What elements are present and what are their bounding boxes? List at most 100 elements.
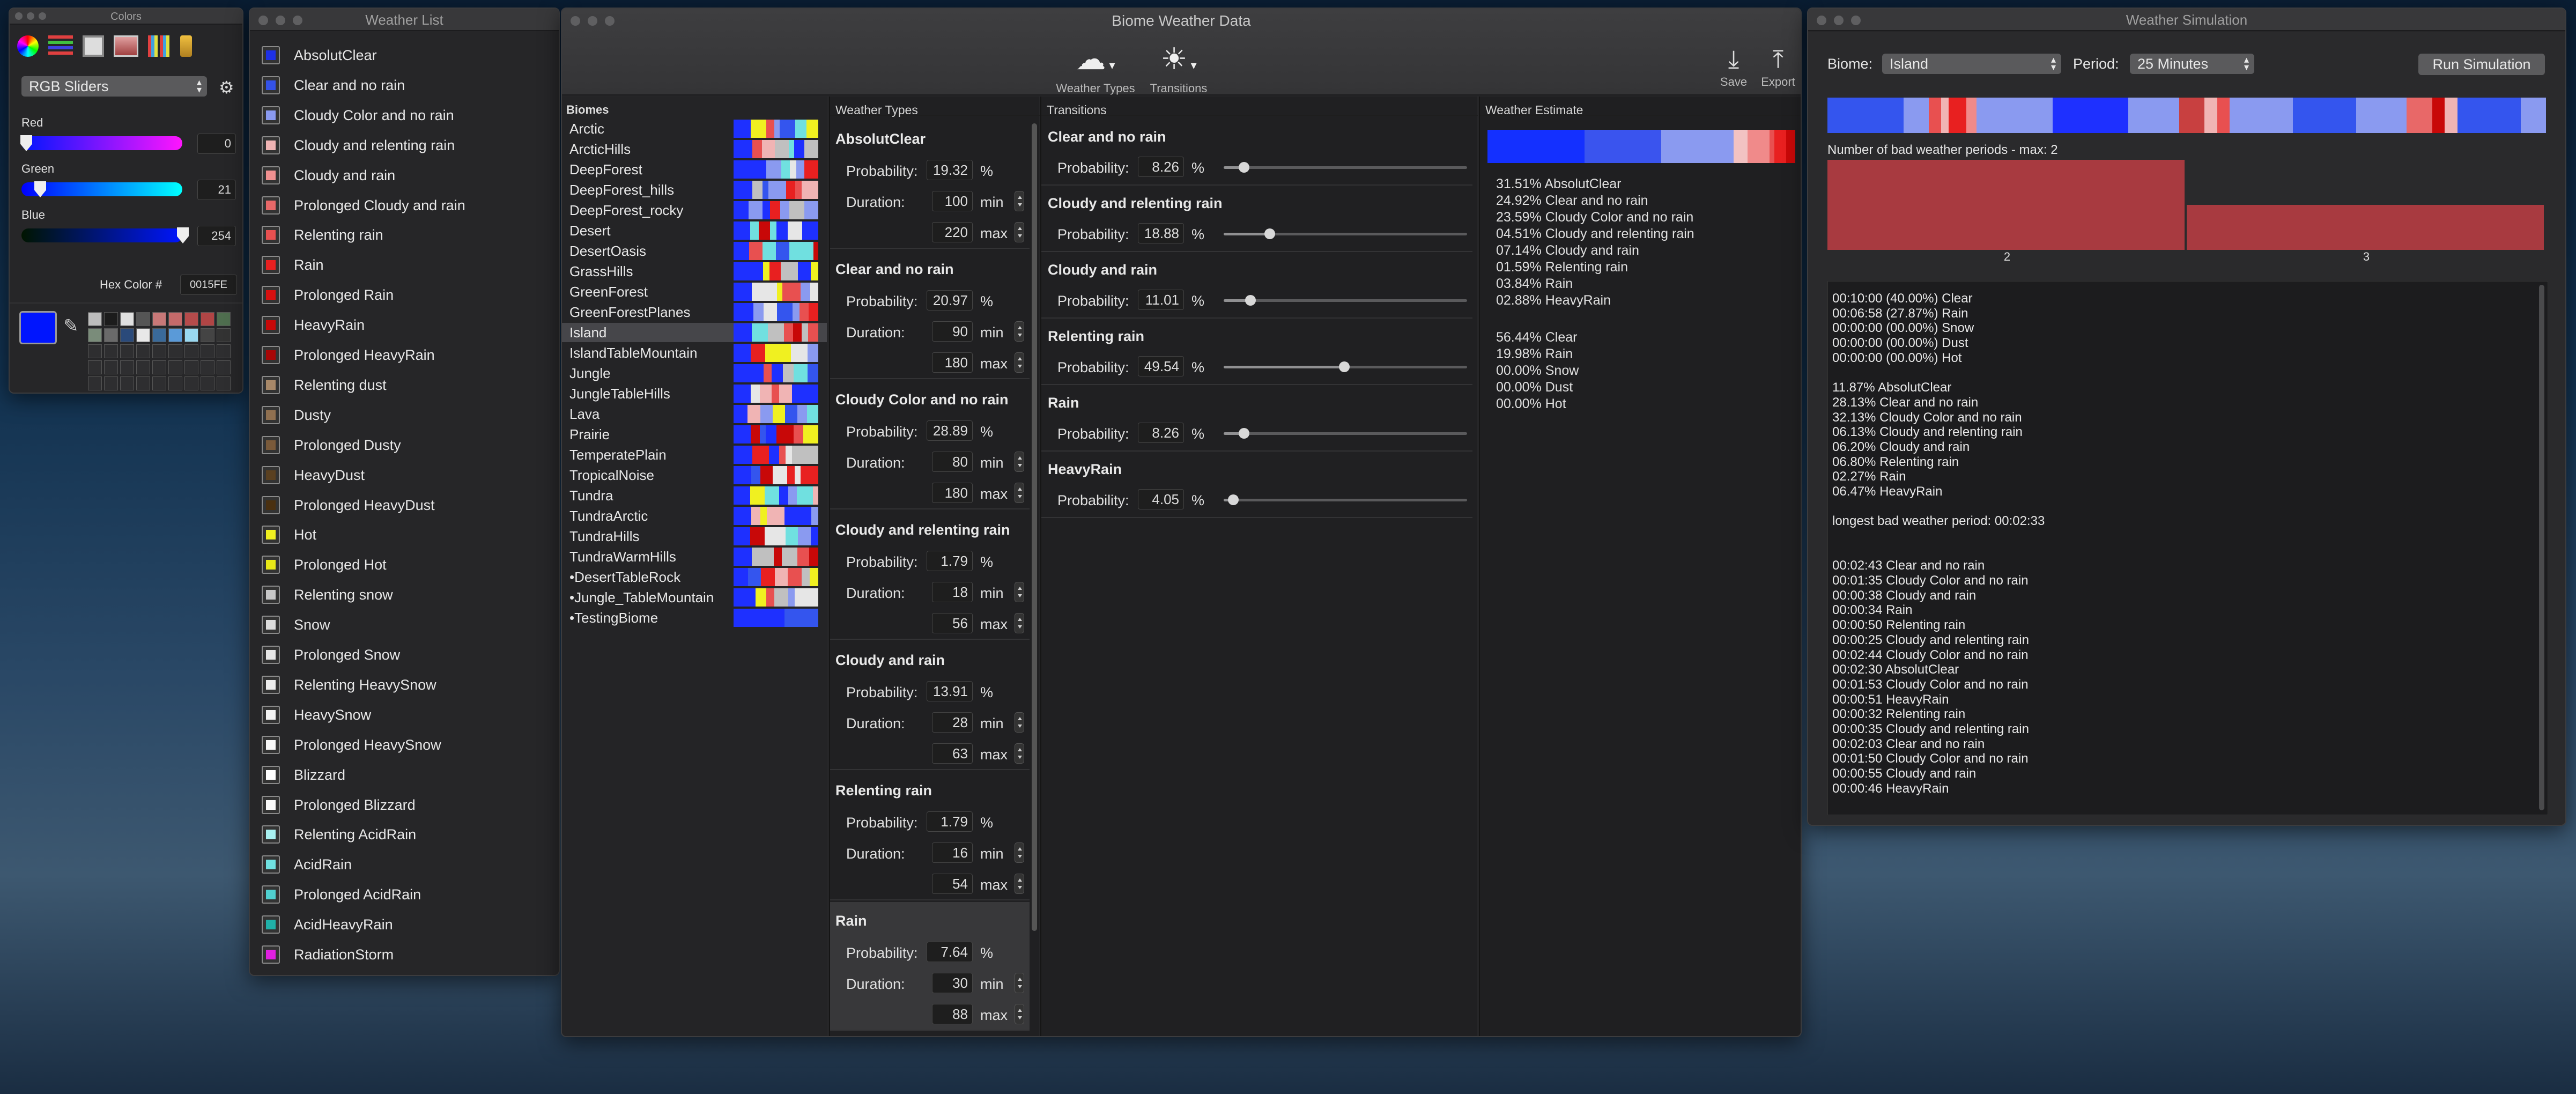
weather-color-swatch[interactable] — [262, 945, 280, 964]
weather-list-item[interactable]: Cloudy and relenting rain — [250, 132, 559, 160]
palette-swatch[interactable] — [120, 376, 134, 390]
weather-color-swatch[interactable] — [262, 46, 280, 64]
red-value-field[interactable]: 0 — [197, 134, 236, 154]
weather-list-item[interactable]: Prolonged Blizzard — [250, 792, 559, 819]
probability-field[interactable]: 1.79 — [927, 551, 973, 571]
biome-list-item[interactable]: TemperatePlain — [562, 445, 827, 464]
max-stepper[interactable] — [1015, 483, 1024, 503]
zoom-button[interactable] — [605, 16, 615, 26]
probability-slider[interactable] — [1224, 361, 1467, 372]
palette-swatch[interactable] — [201, 344, 214, 358]
palette-swatch[interactable] — [88, 344, 102, 358]
weather-list-item[interactable]: Dusty — [250, 402, 559, 430]
palette-swatch[interactable] — [120, 344, 134, 358]
palette-swatch[interactable] — [168, 376, 182, 390]
palette-swatch[interactable] — [136, 376, 150, 390]
palette-swatch[interactable] — [88, 376, 102, 390]
max-stepper[interactable] — [1015, 1004, 1024, 1024]
probability-field[interactable]: 7.64 — [927, 942, 973, 962]
weather-color-swatch[interactable] — [262, 136, 280, 154]
weather-list-item[interactable]: Prolonged HeavyRain — [250, 342, 559, 369]
weather-list-item[interactable]: Clear and no rain — [250, 72, 559, 100]
color-palettes-icon[interactable] — [83, 35, 104, 57]
max-stepper[interactable] — [1015, 613, 1024, 633]
red-slider[interactable] — [21, 136, 182, 150]
slider-knob[interactable] — [1264, 228, 1275, 239]
weather-color-swatch[interactable] — [262, 915, 280, 934]
save-tool[interactable]: ⤓ Save — [1715, 44, 1752, 90]
duration-field[interactable]: 18 — [932, 582, 973, 602]
zoom-button[interactable] — [39, 12, 46, 20]
slider-knob[interactable] — [1338, 361, 1350, 372]
palette-swatch[interactable] — [201, 312, 214, 326]
weather-color-swatch[interactable] — [262, 286, 280, 305]
weather-color-swatch[interactable] — [262, 316, 280, 335]
export-tool[interactable]: ⤒ Export — [1757, 44, 1800, 90]
slider-knob[interactable] — [1238, 162, 1249, 173]
palette-swatch[interactable] — [184, 376, 198, 390]
weather-color-swatch[interactable] — [262, 765, 280, 784]
probability-slider[interactable] — [1224, 162, 1467, 173]
biome-list-item[interactable]: Arctic — [562, 119, 827, 138]
close-button[interactable] — [15, 12, 23, 20]
weather-list-item[interactable]: AcidHeavyRain — [250, 911, 559, 939]
duration-stepper[interactable] — [1015, 452, 1024, 472]
weather-color-swatch[interactable] — [262, 106, 280, 124]
palette-swatch[interactable] — [168, 360, 182, 374]
weather-list-item[interactable]: RadiationStorm — [250, 941, 559, 969]
palette-swatch[interactable] — [136, 328, 150, 342]
palette-swatch[interactable] — [104, 328, 118, 342]
zoom-button[interactable] — [1851, 16, 1861, 25]
weather-color-swatch[interactable] — [262, 346, 280, 364]
weather-color-swatch[interactable] — [262, 556, 280, 574]
max-duration-field[interactable]: 56 — [932, 613, 973, 633]
duration-stepper[interactable] — [1015, 321, 1024, 342]
max-stepper[interactable] — [1015, 874, 1024, 894]
biome-list-item[interactable]: Jungle — [562, 364, 827, 383]
weather-list-item[interactable]: Rain — [250, 252, 559, 279]
palette-swatch[interactable] — [217, 360, 231, 374]
palette-swatch[interactable] — [152, 360, 166, 374]
duration-field[interactable]: 100 — [932, 191, 973, 211]
biome-list-item[interactable]: •TestingBiome — [562, 608, 827, 627]
biome-list-item[interactable]: IslandTableMountain — [562, 343, 827, 363]
duration-field[interactable]: 90 — [932, 321, 973, 342]
minimize-button[interactable] — [1834, 16, 1844, 25]
weather-list-item[interactable]: Prolonged Dusty — [250, 432, 559, 460]
weather-color-swatch[interactable] — [262, 616, 280, 634]
probability-field[interactable]: 20.97 — [927, 290, 973, 311]
probability-field[interactable]: 8.26 — [1138, 157, 1184, 177]
biome-list-item[interactable]: TundraHills — [562, 527, 827, 546]
probability-field[interactable]: 8.26 — [1138, 423, 1184, 443]
max-duration-field[interactable]: 180 — [932, 352, 973, 373]
duration-field[interactable]: 30 — [932, 973, 973, 993]
duration-stepper[interactable] — [1015, 712, 1024, 733]
minimize-button[interactable] — [27, 12, 34, 20]
palette-swatch[interactable] — [201, 376, 214, 390]
probability-field[interactable]: 28.89 — [927, 420, 973, 441]
slider-knob[interactable] — [1228, 494, 1239, 505]
palette-swatch[interactable] — [217, 344, 231, 358]
biome-list-item[interactable]: ArcticHills — [562, 139, 827, 159]
weather-list-item[interactable]: Prolonged Snow — [250, 641, 559, 669]
minimize-button[interactable] — [588, 16, 597, 26]
hex-value-field[interactable]: 0015FE — [180, 275, 237, 295]
probability-field[interactable]: 11.01 — [1138, 290, 1184, 310]
weather-list-item[interactable]: Cloudy and rain — [250, 162, 559, 190]
eyedropper-icon[interactable]: ✎ — [63, 315, 79, 337]
weather-list-item[interactable]: Prolonged HeavySnow — [250, 731, 559, 759]
pencils-icon[interactable] — [148, 35, 171, 57]
weather-color-swatch[interactable] — [262, 675, 280, 694]
palette-swatch[interactable] — [168, 344, 182, 358]
weather-color-swatch[interactable] — [262, 226, 280, 245]
weather-list-item[interactable]: Relenting rain — [250, 221, 559, 249]
palette-swatch[interactable] — [152, 344, 166, 358]
palette-swatch[interactable] — [120, 328, 134, 342]
weather-list-item[interactable]: HeavyDust — [250, 462, 559, 490]
weather-color-swatch[interactable] — [262, 465, 280, 484]
period-select[interactable]: 25 Minutes ▴ ▾ — [2130, 54, 2254, 74]
palette-swatch[interactable] — [184, 312, 198, 326]
weather-color-swatch[interactable] — [262, 496, 280, 514]
probability-field[interactable]: 18.88 — [1138, 223, 1184, 243]
weather-list-item[interactable]: Relenting HeavySnow — [250, 671, 559, 699]
